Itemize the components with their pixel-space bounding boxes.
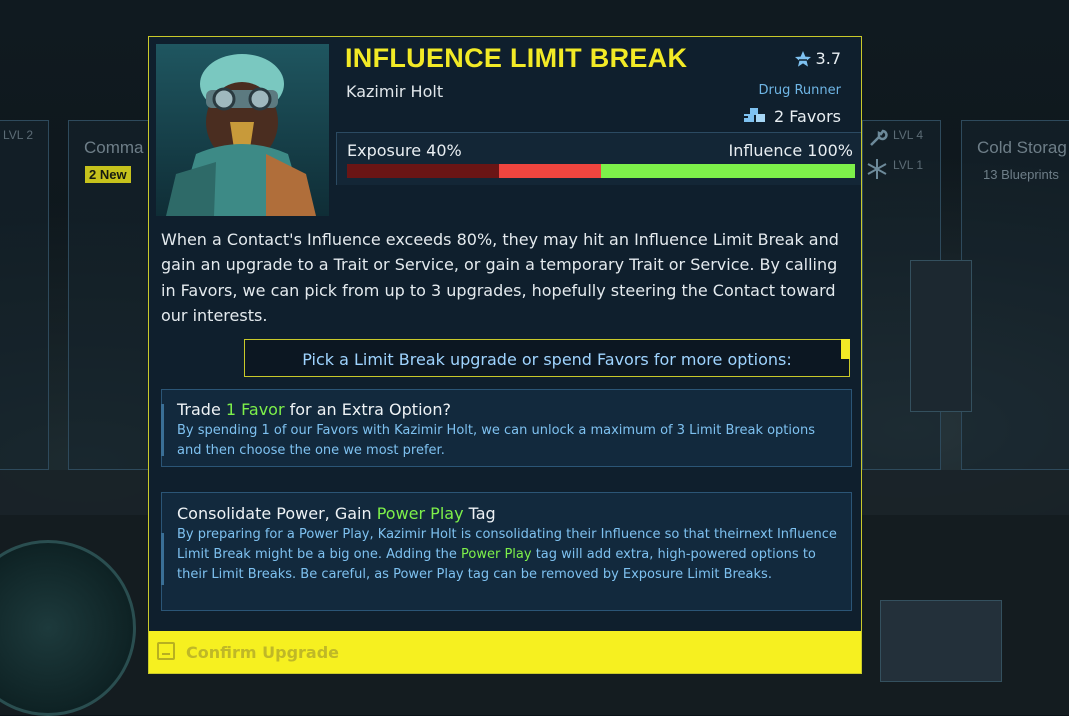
dialog-title: INFLUENCE LIMIT BREAK: [345, 43, 688, 73]
bg-level-right-1: LVL 4: [893, 128, 924, 142]
banner-corner-accent: [841, 339, 850, 359]
bg-cold-storage-sub: 13 Blueprints: [983, 167, 1059, 182]
exposure-bar-dark-segment: [347, 164, 500, 178]
rating-value: 3.7: [815, 49, 841, 68]
bg-cold-storage-title: Cold Storag: [977, 138, 1067, 157]
instruction-banner-text: Pick a Limit Break upgrade or spend Favo…: [302, 350, 792, 369]
new-badge: 2 New: [85, 166, 131, 183]
option-title-text: Consolidate Power, Gain: [177, 504, 377, 523]
snowflake-icon: [866, 158, 888, 184]
favors-icon: [742, 105, 766, 127]
influence-label: Influence 100%: [728, 141, 853, 160]
limit-break-description: When a Contact's Influence exceeds 80%, …: [161, 230, 839, 325]
bg-room-panel-left[interactable]: [0, 120, 49, 470]
favors-count: 2 Favors: [742, 105, 841, 127]
option-title: Trade 1 Favor for an Extra Option?: [177, 400, 451, 419]
contact-rating: 3.7: [794, 49, 841, 68]
exposure-bar-red-segment: [499, 164, 601, 178]
limit-break-dialog: INFLUENCE LIMIT BREAK 3.7 Kazimir Holt D…: [148, 36, 862, 674]
bg-command-title: Comma: [84, 138, 144, 157]
confirm-upgrade-button[interactable]: Confirm Upgrade: [149, 631, 861, 673]
option-title-highlight: Power Play: [376, 504, 464, 523]
option-title-highlight: 1 Favor: [225, 400, 285, 419]
option-edge: [161, 404, 164, 456]
option-title-text-end: for an Extra Option?: [284, 400, 451, 419]
option-body: By preparing for a Power Play, Kazimir H…: [177, 525, 837, 586]
favors-label: 2 Favors: [774, 106, 841, 126]
bg-console-machine: [880, 600, 1002, 682]
option-title-text: Trade: [177, 400, 226, 419]
contact-role: Drug Runner: [758, 83, 842, 98]
confirm-upgrade-label: Confirm Upgrade: [186, 643, 340, 662]
bg-level-right-2: LVL 1: [893, 158, 924, 172]
exposure-influence-meter: Exposure 40% Influence 100%: [336, 132, 861, 185]
bg-level-left: LVL 2: [3, 128, 34, 142]
option-power-play[interactable]: Consolidate Power, Gain Power Play Tag B…: [161, 492, 852, 611]
option-title: Consolidate Power, Gain Power Play Tag: [177, 504, 496, 523]
option-body: By spending 1 of our Favors with Kazimir…: [177, 423, 815, 459]
star-rating-icon: [794, 50, 812, 68]
confirm-key-icon: [157, 642, 175, 660]
option-edge: [161, 533, 164, 585]
influence-bar-green-segment: [600, 164, 855, 178]
option-title-text-end: Tag: [463, 504, 496, 523]
contact-name: Kazimir Holt: [346, 82, 444, 101]
option-body-highlight: Power Play: [461, 547, 532, 563]
exposure-label: Exposure 40%: [347, 141, 462, 160]
bg-rack-machine: [910, 260, 972, 412]
instruction-banner: Pick a Limit Break upgrade or spend Favo…: [244, 339, 850, 377]
option-trade-favor[interactable]: Trade 1 Favor for an Extra Option? By sp…: [161, 389, 852, 467]
exposure-bar: [347, 164, 855, 178]
wrench-icon: [868, 128, 888, 152]
contact-portrait: [156, 44, 329, 216]
